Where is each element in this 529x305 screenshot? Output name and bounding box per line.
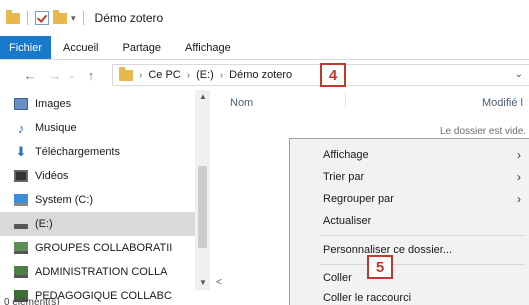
chevron-right-icon[interactable]: › bbox=[139, 70, 142, 81]
annotation-badge-4: 4 bbox=[320, 63, 346, 87]
menu-item-label: Trier par bbox=[323, 171, 365, 183]
status-bar-text: 0 élément(s) bbox=[4, 297, 60, 305]
sidebar-item-label: Téléchargements bbox=[35, 146, 120, 158]
sidebar-item-label: (E:) bbox=[35, 218, 53, 230]
navigation-bar: ← → ⌄ ↑ › Ce PC › (E:) › Démo zotero ⌄ bbox=[0, 60, 529, 90]
menu-item-label: Coller bbox=[323, 272, 352, 284]
menu-item-paste[interactable]: Coller bbox=[290, 267, 529, 289]
sidebar-item-administration[interactable]: ADMINISTRATION COLLA bbox=[0, 260, 195, 284]
title-bar: ▾ Démo zotero bbox=[0, 0, 529, 36]
scrollbar-thumb[interactable] bbox=[198, 166, 207, 248]
sidebar-item-videos[interactable]: Vidéos bbox=[0, 164, 195, 188]
menu-item-paste-shortcut[interactable]: Coller le raccourci bbox=[290, 287, 529, 305]
breadcrumb-demo-zotero[interactable]: Démo zotero bbox=[229, 69, 292, 81]
videos-icon bbox=[14, 170, 28, 182]
menu-item-customize-folder[interactable]: Personnaliser ce dossier... bbox=[290, 239, 529, 261]
system-drive-icon bbox=[14, 194, 28, 206]
empty-folder-message: Le dossier est vide. bbox=[440, 126, 527, 137]
column-header-name[interactable]: Nom bbox=[230, 97, 253, 109]
menu-item-refresh[interactable]: Actualiser bbox=[290, 210, 529, 232]
sidebar-item-label: GROUPES COLLABORATII bbox=[35, 242, 173, 254]
scroll-down-icon[interactable]: ▼ bbox=[199, 278, 207, 287]
forward-arrow-icon[interactable]: → bbox=[45, 68, 65, 83]
folder-icon bbox=[6, 9, 20, 24]
menu-separator bbox=[320, 264, 525, 265]
recent-locations-icon[interactable]: ⌄ bbox=[65, 70, 79, 81]
menu-separator bbox=[320, 235, 525, 236]
properties-icon[interactable] bbox=[35, 11, 49, 25]
tab-share[interactable]: Partage bbox=[110, 36, 173, 59]
menu-item-label: Regrouper par bbox=[323, 193, 394, 205]
column-header-modified[interactable]: Modifié l bbox=[482, 97, 523, 109]
chevron-right-icon: › bbox=[517, 192, 521, 206]
sidebar-item-downloads[interactable]: ⬇ Téléchargements bbox=[0, 140, 195, 164]
tab-view[interactable]: Affichage bbox=[173, 36, 243, 59]
up-arrow-icon[interactable]: ↑ bbox=[81, 68, 101, 83]
sidebar-scrollbar[interactable]: ▲ ▼ bbox=[195, 90, 210, 290]
chevron-right-icon: › bbox=[517, 148, 521, 162]
network-drive-icon bbox=[14, 242, 28, 254]
menu-item-label: Affichage bbox=[323, 149, 369, 161]
network-drive-icon bbox=[14, 266, 28, 278]
menu-item-view[interactable]: Affichage › bbox=[290, 144, 529, 166]
breadcrumb-drive-e[interactable]: (E:) bbox=[196, 69, 214, 81]
sidebar-item-label: System (C:) bbox=[35, 194, 94, 206]
context-menu: Affichage › Trier par › Regrouper par › … bbox=[289, 138, 529, 305]
folder-icon bbox=[119, 66, 133, 81]
drive-icon bbox=[14, 224, 28, 229]
tab-file[interactable]: Fichier bbox=[0, 36, 52, 59]
toolbar-separator bbox=[27, 11, 28, 25]
annotation-badge-5: 5 bbox=[367, 255, 393, 279]
menu-item-group-by[interactable]: Regrouper par › bbox=[290, 188, 529, 210]
menu-item-label: Actualiser bbox=[323, 215, 372, 227]
window-title: Démo zotero bbox=[94, 11, 164, 25]
column-divider[interactable] bbox=[345, 92, 346, 108]
sidebar-item-groupes-collaboratif[interactable]: GROUPES COLLABORATII bbox=[0, 236, 195, 260]
scroll-left-icon[interactable]: < bbox=[216, 277, 222, 288]
scroll-up-icon[interactable]: ▲ bbox=[199, 92, 207, 101]
breadcrumb-this-pc[interactable]: Ce PC bbox=[148, 69, 180, 81]
chevron-right-icon[interactable]: › bbox=[220, 70, 223, 81]
ribbon-tabs: Fichier Accueil Partage Affichage bbox=[0, 36, 529, 60]
back-arrow-icon[interactable]: ← bbox=[20, 68, 40, 83]
tab-home[interactable]: Accueil bbox=[51, 36, 110, 59]
horizontal-scrollbar[interactable]: < bbox=[210, 277, 290, 291]
new-folder-icon[interactable] bbox=[53, 9, 67, 24]
sidebar-item-label: Images bbox=[35, 98, 72, 110]
sidebar-item-label: Musique bbox=[35, 122, 77, 134]
sidebar-item-images[interactable]: Images bbox=[0, 92, 195, 116]
menu-item-label: Coller le raccourci bbox=[323, 292, 412, 304]
toolbar-separator bbox=[82, 11, 84, 25]
navigation-pane: Images ♪ Musique ⬇ Téléchargements Vidéo… bbox=[0, 90, 210, 305]
images-icon bbox=[14, 98, 28, 110]
downloads-icon: ⬇ bbox=[15, 144, 27, 159]
chevron-right-icon: › bbox=[517, 170, 521, 184]
customize-quick-access-icon[interactable]: ▾ bbox=[71, 13, 76, 24]
chevron-right-icon[interactable]: › bbox=[187, 70, 190, 81]
sidebar-item-music[interactable]: ♪ Musique bbox=[0, 116, 195, 140]
menu-item-sort-by[interactable]: Trier par › bbox=[290, 166, 529, 188]
sidebar-item-label: Vidéos bbox=[35, 170, 69, 182]
address-dropdown-icon[interactable]: ⌄ bbox=[515, 69, 523, 80]
sidebar-item-label: ADMINISTRATION COLLA bbox=[35, 266, 168, 278]
music-icon: ♪ bbox=[17, 120, 25, 136]
sidebar-item-drive-e[interactable]: (E:) bbox=[0, 212, 195, 236]
sidebar-item-system-c[interactable]: System (C:) bbox=[0, 188, 195, 212]
